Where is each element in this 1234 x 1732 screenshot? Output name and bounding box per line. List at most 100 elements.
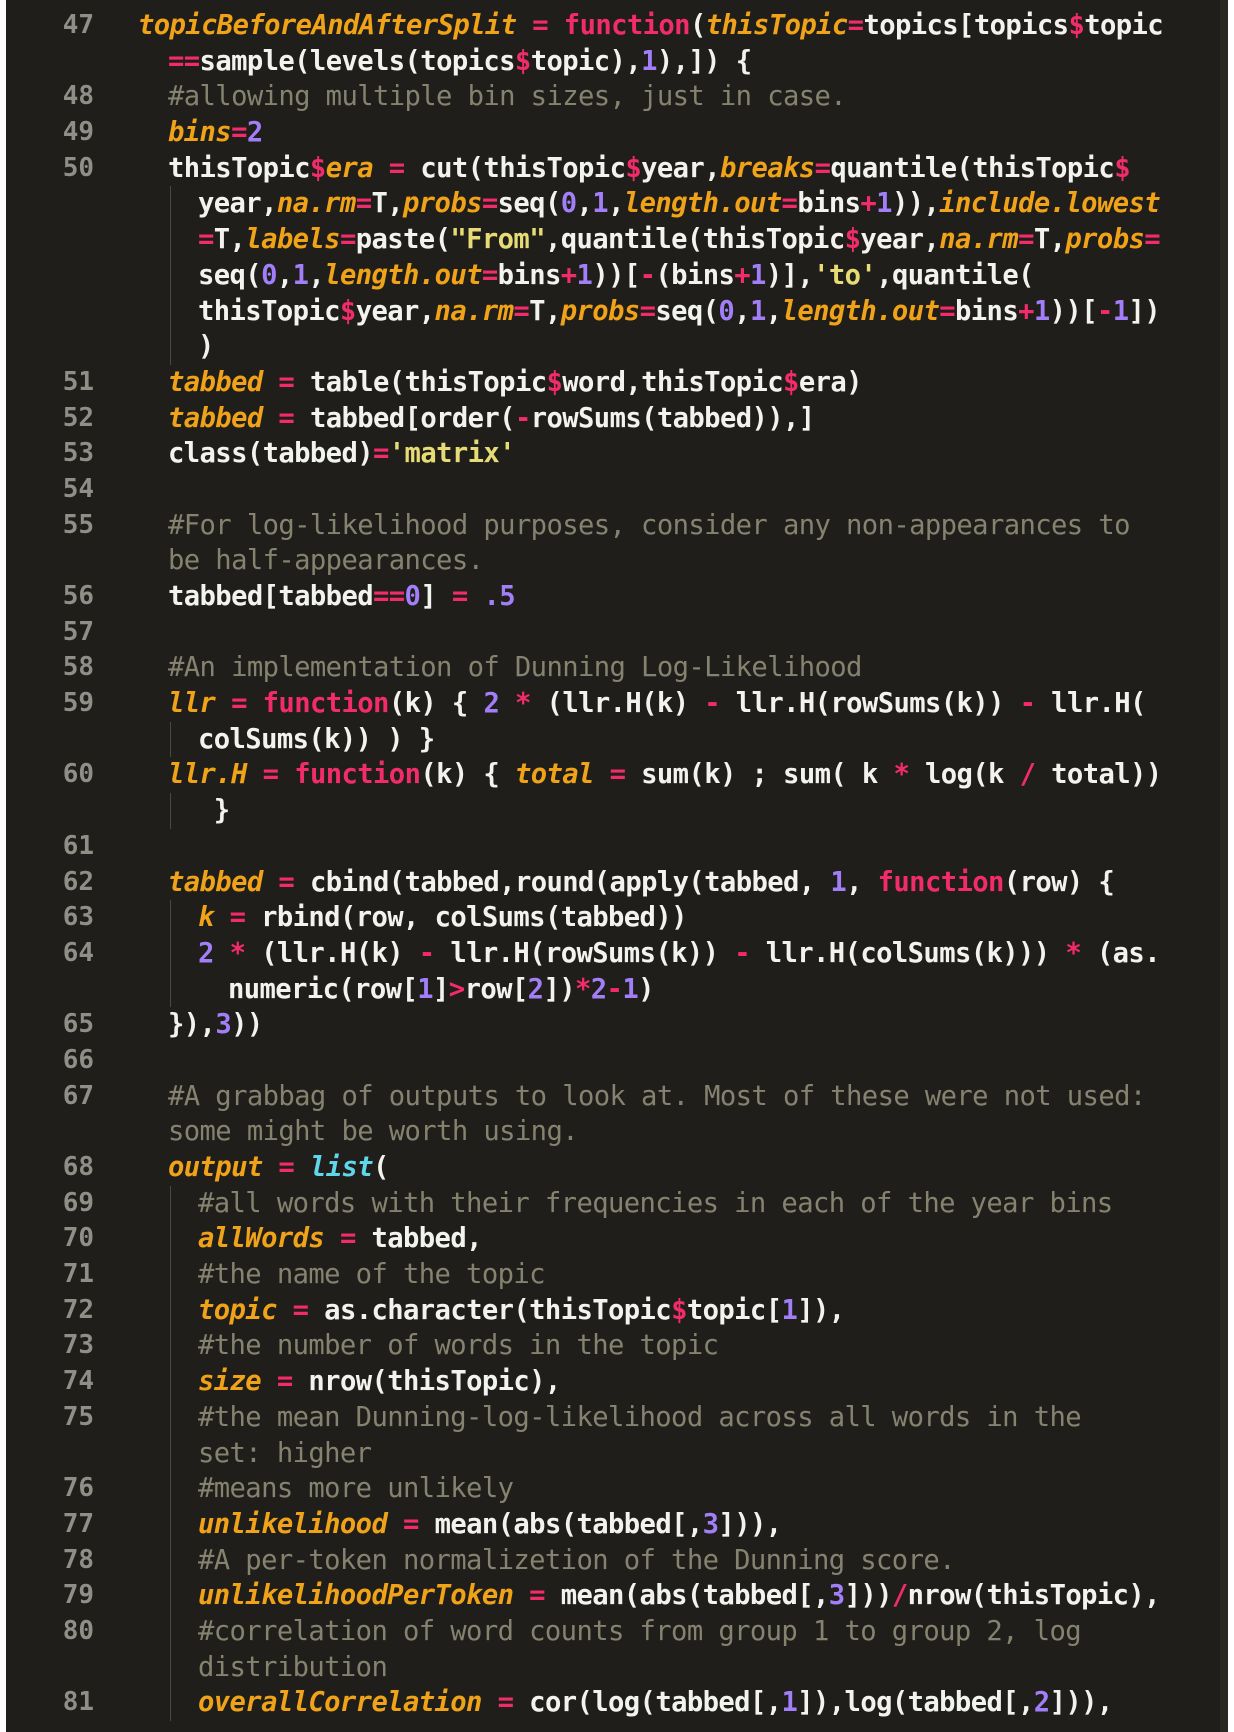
code-line[interactable]: 72 topic = as.character(thisTopic$topic[1…: [6, 1292, 1228, 1329]
code-line[interactable]: 76 #means more unlikely: [6, 1471, 1228, 1507]
code-line[interactable]: 81 overallCorrelation = cor(log(tabbed[,1…: [6, 1685, 1228, 1721]
code-line-text[interactable]: bins=2: [138, 115, 1228, 151]
code-line[interactable]: 55 #For log-likelihood purposes, consider…: [6, 508, 1228, 544]
code-line[interactable]: 54: [6, 472, 1228, 508]
code-line-text[interactable]: =T,labels=paste("From",quantile(thisTopi…: [138, 222, 1228, 258]
code-line[interactable]: 79 unlikelihoodPerToken = mean(abs(tabbed…: [6, 1578, 1228, 1614]
code-line[interactable]: ): [6, 329, 1228, 365]
code-line-text[interactable]: #the name of the topic: [138, 1257, 1228, 1293]
code-line-text[interactable]: seq(0,1,length.out=bins+1))[-(bins+1)],'…: [138, 258, 1228, 294]
code-line[interactable]: 75 #the mean Dunning-log-likelihood acros…: [6, 1399, 1228, 1436]
code-line-text[interactable]: #A grabbag of outputs to look at. Most o…: [138, 1079, 1228, 1115]
code-line[interactable]: 61: [6, 829, 1228, 865]
code-line[interactable]: 52 tabbed = tabbed[order(-rowSums(tabbed)…: [6, 401, 1228, 437]
code-line-text[interactable]: colSums(k)) ) }: [138, 722, 1228, 758]
code-line[interactable]: 51 tabbed = table(thisTopic$word,thisTopi…: [6, 365, 1228, 401]
code-line-text[interactable]: tabbed = table(thisTopic$word,thisTopic$…: [138, 365, 1228, 401]
code-line-text[interactable]: k = rbind(row, colSums(tabbed)): [138, 900, 1228, 936]
code-line-text[interactable]: #all words with their frequencies in eac…: [138, 1186, 1228, 1222]
code-line[interactable]: 56 tabbed[tabbed==0] = .5: [6, 579, 1228, 615]
code-line-text[interactable]: [138, 472, 1228, 508]
code-line-text[interactable]: class(tabbed)='matrix': [138, 436, 1228, 472]
code-line[interactable]: 80 #correlation of word counts from group…: [6, 1613, 1228, 1650]
code-line[interactable]: 69 #all words with their frequencies in e…: [6, 1185, 1228, 1222]
code-line[interactable]: 49 bins=2: [6, 115, 1228, 151]
code-line[interactable]: }: [6, 793, 1228, 829]
code-line-text[interactable]: size = nrow(thisTopic),: [138, 1364, 1228, 1400]
code-line[interactable]: 53 class(tabbed)='matrix': [6, 436, 1228, 472]
code-line-text[interactable]: output = list(: [138, 1150, 1228, 1186]
code-line[interactable]: 70 allWords = tabbed,: [6, 1221, 1228, 1258]
code-line-text[interactable]: some might be worth using.: [138, 1114, 1228, 1150]
code-line-text[interactable]: distribution: [138, 1650, 1228, 1686]
code-line-text[interactable]: #For log-likelihood purposes, consider a…: [138, 508, 1228, 544]
code-line-text[interactable]: numeric(row[1]>row[2])*2-1): [138, 972, 1228, 1008]
code-line-text[interactable]: #A per-token normalizetion of the Dunnin…: [138, 1543, 1228, 1579]
code-line-text[interactable]: #the number of words in the topic: [138, 1328, 1228, 1364]
code-line-text[interactable]: thisTopic$era = cut(thisTopic$year,break…: [138, 151, 1228, 187]
code-line[interactable]: 66: [6, 1043, 1228, 1079]
code-line-text[interactable]: #the mean Dunning-log-likelihood across …: [138, 1400, 1228, 1436]
code-line-text[interactable]: ==sample(levels(topics$topic),1),]) {: [138, 44, 1228, 80]
code-line-text[interactable]: llr = function(k) { 2 * (llr.H(k) - llr.…: [138, 686, 1228, 722]
code-line[interactable]: distribution: [6, 1649, 1228, 1686]
code-line-text[interactable]: year,na.rm=T,probs=seq(0,1,length.out=bi…: [138, 186, 1228, 222]
code-line-text[interactable]: }),3)): [138, 1007, 1228, 1043]
code-line-text[interactable]: ): [138, 329, 1228, 365]
code-line[interactable]: 62 tabbed = cbind(tabbed,round(apply(tabb…: [6, 865, 1228, 901]
code-line[interactable]: some might be worth using.: [6, 1114, 1228, 1150]
code-line[interactable]: 47 topicBeforeAndAfterSplit = function(th…: [6, 8, 1228, 44]
code-line-text[interactable]: [138, 1043, 1228, 1079]
code-line[interactable]: =T,labels=paste("From",quantile(thisTopi…: [6, 222, 1228, 258]
code-line[interactable]: 60 llr.H = function(k) { total = sum(k) ;…: [6, 757, 1228, 793]
code-line-text[interactable]: be half-appearances.: [138, 543, 1228, 579]
code-line-text[interactable]: [138, 829, 1228, 865]
code-line[interactable]: ==sample(levels(topics$topic),1),]) {: [6, 44, 1228, 80]
code-line-text[interactable]: topicBeforeAndAfterSplit = function(this…: [138, 8, 1228, 44]
code-line-text[interactable]: thisTopic$year,na.rm=T,probs=seq(0,1,len…: [138, 294, 1228, 330]
code-line[interactable]: 58 #An implementation of Dunning Log-Like…: [6, 650, 1228, 686]
code-line[interactable]: 67 #A grabbag of outputs to look at. Most…: [6, 1079, 1228, 1115]
code-line[interactable]: 77 unlikelihood = mean(abs(tabbed[,3])),: [6, 1506, 1228, 1543]
code-argument: include.lowest: [939, 188, 1161, 220]
code-line-text[interactable]: set: higher: [138, 1436, 1228, 1472]
code-line-text[interactable]: 2 * (llr.H(k) - llr.H(rowSums(k)) - llr.…: [138, 936, 1228, 972]
code-line-text[interactable]: #correlation of word counts from group 1…: [138, 1614, 1228, 1650]
code-line-text[interactable]: unlikelihoodPerToken = mean(abs(tabbed[,…: [138, 1578, 1228, 1614]
code-line-text[interactable]: overallCorrelation = cor(log(tabbed[,1])…: [138, 1685, 1228, 1721]
code-line[interactable]: 57: [6, 615, 1228, 651]
code-line-text[interactable]: #allowing multiple bin sizes, just in ca…: [138, 79, 1228, 115]
code-line[interactable]: set: higher: [6, 1435, 1228, 1472]
code-line[interactable]: 68 output = list(: [6, 1150, 1228, 1186]
code-line[interactable]: numeric(row[1]>row[2])*2-1): [6, 971, 1228, 1008]
code-line-text[interactable]: allWords = tabbed,: [138, 1221, 1228, 1257]
code-line[interactable]: thisTopic$year,na.rm=T,probs=seq(0,1,len…: [6, 293, 1228, 330]
code-line[interactable]: 78 #A per-token normalizetion of the Dunn…: [6, 1542, 1228, 1579]
code-area[interactable]: 47 topicBeforeAndAfterSplit = function(th…: [6, 8, 1228, 1721]
code-line-text[interactable]: }: [138, 793, 1228, 829]
code-line-text[interactable]: #means more unlikely: [138, 1471, 1228, 1507]
code-editor[interactable]: 47 topicBeforeAndAfterSplit = function(th…: [6, 0, 1228, 1732]
code-line-text[interactable]: unlikelihood = mean(abs(tabbed[,3])),: [138, 1507, 1228, 1543]
code-line[interactable]: 73 #the number of words in the topic: [6, 1328, 1228, 1365]
code-line[interactable]: 65}),3)): [6, 1007, 1228, 1043]
code-line[interactable]: 74 size = nrow(thisTopic),: [6, 1364, 1228, 1400]
code-line-text[interactable]: [138, 615, 1228, 651]
code-line[interactable]: year,na.rm=T,probs=seq(0,1,length.out=bi…: [6, 186, 1228, 223]
code-line-text[interactable]: #An implementation of Dunning Log-Likeli…: [138, 650, 1228, 686]
code-line-text[interactable]: tabbed = tabbed[order(-rowSums(tabbed)),…: [138, 401, 1228, 437]
code-line[interactable]: colSums(k)) ) }: [6, 721, 1228, 758]
code-line[interactable]: 48 #allowing multiple bin sizes, just in …: [6, 79, 1228, 115]
code-line-text[interactable]: tabbed = cbind(tabbed,round(apply(tabbed…: [138, 865, 1228, 901]
code-line-text[interactable]: topic = as.character(thisTopic$topic[1])…: [138, 1293, 1228, 1329]
code-line[interactable]: 63 k = rbind(row, colSums(tabbed)): [6, 900, 1228, 936]
code-line-text[interactable]: tabbed[tabbed==0] = .5: [138, 579, 1228, 615]
code-line[interactable]: 59 llr = function(k) { 2 * (llr.H(k) - ll…: [6, 686, 1228, 722]
code-line[interactable]: 50 thisTopic$era = cut(thisTopic$year,bre…: [6, 151, 1228, 187]
code-line-text[interactable]: llr.H = function(k) { total = sum(k) ; s…: [138, 757, 1228, 793]
scrollbar-track[interactable]: [1220, 0, 1228, 1732]
code-line[interactable]: 64 2 * (llr.H(k) - llr.H(rowSums(k)) - ll…: [6, 935, 1228, 972]
code-line[interactable]: seq(0,1,length.out=bins+1))[-(bins+1)],'…: [6, 257, 1228, 294]
code-line[interactable]: 71 #the name of the topic: [6, 1257, 1228, 1293]
code-line[interactable]: be half-appearances.: [6, 543, 1228, 579]
